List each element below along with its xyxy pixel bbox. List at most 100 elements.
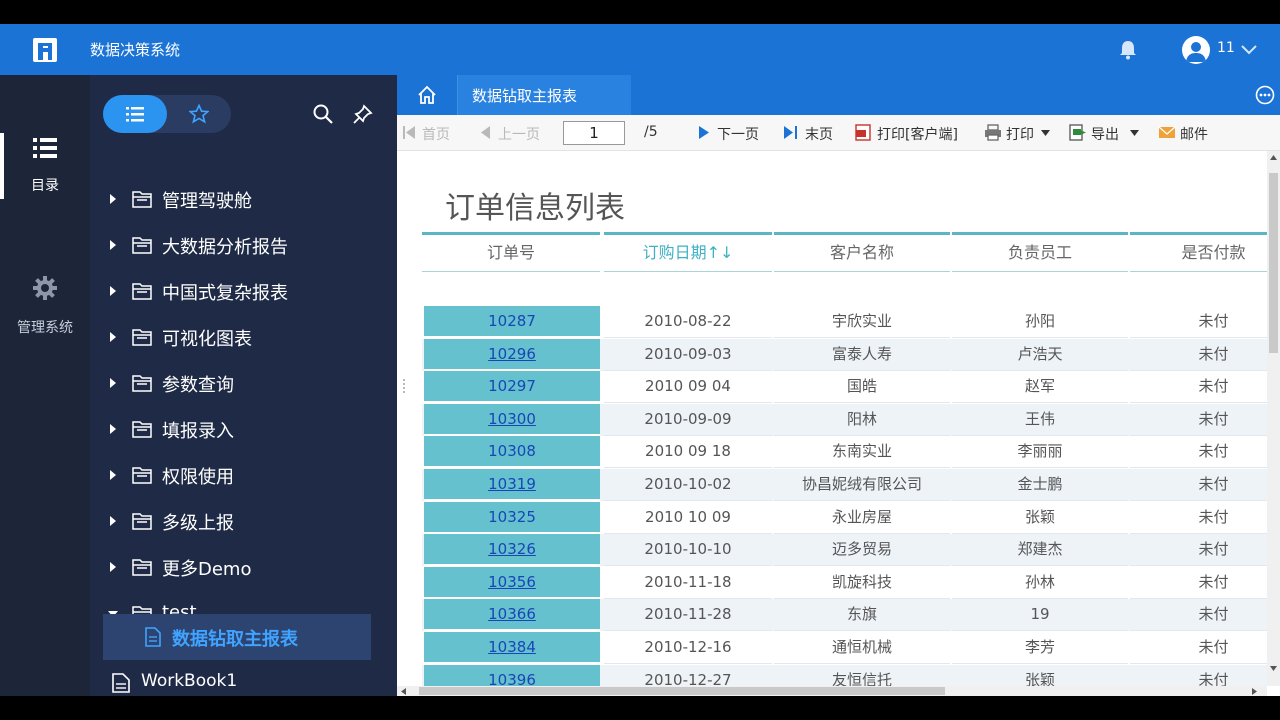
order-id-cell-text[interactable]: 10297 — [488, 377, 536, 395]
table-row: 10287 2010-08-22 宇欣实业 孙阳 未付 — [422, 306, 1267, 338]
first-page-button[interactable]: 首页 — [422, 124, 450, 144]
customer-cell-text: 永业房屋 — [831, 507, 892, 526]
bell-icon[interactable] — [1118, 39, 1138, 61]
order-id-cell-text[interactable]: 10396 — [488, 671, 536, 686]
order-id-cell[interactable]: 10356 — [424, 566, 600, 599]
tree-item[interactable]: 可视化图表 — [90, 317, 397, 357]
order-id-cell[interactable]: 10326 — [424, 534, 600, 567]
employee-cell: 孙阳 — [952, 306, 1128, 338]
employee-cell: 郑建杰 — [952, 534, 1128, 567]
column-header-order-date[interactable]: 订购日期↑↓ — [604, 232, 772, 272]
order-id-cell-text[interactable]: 10326 — [488, 540, 536, 558]
user-avatar[interactable] — [1182, 36, 1210, 64]
order-id-cell[interactable]: 10308 — [424, 436, 600, 469]
home-tab[interactable] — [397, 75, 457, 115]
scroll-down-icon[interactable] — [1270, 666, 1277, 671]
tree-item[interactable]: 更多Demo — [90, 547, 397, 587]
last-page-button[interactable]: 末页 — [805, 124, 833, 144]
tree-item[interactable]: 多级上报 — [90, 501, 397, 541]
order-id-cell[interactable]: 10384 — [424, 632, 600, 664]
view-toggle[interactable] — [103, 95, 231, 133]
tree-item-selected[interactable]: 数据钻取主报表 — [103, 614, 371, 660]
chevron-down-icon[interactable] — [1240, 42, 1258, 56]
paid-status-cell: 未付 — [1130, 534, 1267, 567]
more-options-icon[interactable] — [1255, 85, 1275, 105]
table-row: 10356 2010-11-18 凯旋科技 孙林 未付 — [422, 566, 1267, 599]
tree-item[interactable]: 参数查询 — [90, 363, 397, 403]
toggle-list-button[interactable] — [103, 95, 167, 133]
tree-item[interactable]: 管理驾驶舱 — [90, 179, 397, 219]
next-page-button[interactable]: 下一页 — [717, 124, 759, 144]
star-icon[interactable] — [189, 104, 209, 124]
vertical-scrollbar[interactable] — [1267, 151, 1280, 686]
caret-down-icon[interactable] — [1130, 130, 1139, 136]
page-number-input[interactable]: 1 — [563, 121, 625, 145]
search-icon[interactable] — [312, 103, 334, 125]
next-page-icon — [699, 126, 709, 139]
left-rail: 目录 管理系统 — [0, 75, 90, 696]
paid-status-cell-text: 未付 — [1198, 409, 1229, 428]
order-date-cell-text: 2010-08-22 — [644, 312, 732, 330]
order-id-cell[interactable]: 10396 — [424, 664, 600, 686]
user-name[interactable]: 11 — [1217, 40, 1235, 56]
tree-item[interactable]: WorkBook1 — [90, 663, 397, 696]
order-id-cell[interactable]: 10287 — [424, 306, 600, 338]
customer-cell: 国皓 — [774, 371, 950, 404]
paid-status-cell-text: 未付 — [1198, 572, 1229, 591]
order-id-cell[interactable]: 10297 — [424, 371, 600, 404]
order-id-cell-text[interactable]: 10356 — [488, 573, 536, 591]
tab-drill-report[interactable]: 数据钻取主报表 — [457, 75, 631, 115]
employee-cell: 金士鹏 — [952, 469, 1128, 501]
horizontal-scroll-thumb[interactable] — [419, 687, 945, 695]
customer-cell-text: 通恒机械 — [831, 638, 892, 656]
export-icon — [1069, 124, 1086, 141]
customer-cell-text: 协昌妮绒有限公司 — [801, 475, 922, 493]
table-row: 10296 2010-09-03 富泰人寿 卢浩天 未付 — [422, 338, 1267, 371]
tree-item[interactable]: 中国式复杂报表 — [90, 271, 397, 311]
order-id-cell-text[interactable]: 10287 — [488, 312, 536, 330]
mail-button[interactable]: 邮件 — [1180, 124, 1208, 144]
folder-icon — [132, 237, 152, 254]
employee-cell-text: 王伟 — [1024, 409, 1055, 428]
rail-item-admin[interactable]: 管理系统 — [0, 273, 90, 339]
print-client-button[interactable]: 打印[客户端] — [877, 124, 958, 144]
rail-item-label: 目录 — [31, 178, 59, 194]
rail-item-catalog[interactable]: 目录 — [0, 133, 90, 199]
scroll-up-icon[interactable] — [1270, 155, 1277, 160]
order-id-cell[interactable]: 10300 — [424, 403, 600, 436]
tree-item[interactable]: 大数据分析报告 — [90, 225, 397, 265]
tree-item[interactable]: 填报录入 — [90, 409, 397, 449]
order-id-cell-text[interactable]: 10325 — [488, 508, 536, 526]
tree-item[interactable]: 权限使用 — [90, 455, 397, 495]
order-date-cell: 2010 10 09 — [604, 502, 772, 534]
order-id-cell[interactable]: 10325 — [424, 501, 600, 534]
pin-icon[interactable] — [352, 103, 374, 125]
horizontal-scrollbar[interactable] — [397, 686, 1267, 696]
order-id-cell-text[interactable]: 10384 — [488, 638, 536, 656]
order-id-cell[interactable]: 10319 — [424, 469, 600, 501]
order-date-cell: 2010-08-22 — [604, 306, 772, 338]
order-id-cell-text[interactable]: 10319 — [488, 475, 536, 493]
order-date-cell-text: 2010-09-09 — [644, 409, 732, 428]
prev-page-icon — [481, 126, 490, 139]
order-id-cell-text[interactable]: 10308 — [488, 442, 536, 460]
scroll-right-icon[interactable] — [1252, 688, 1257, 695]
customer-cell: 协昌妮绒有限公司 — [774, 469, 950, 501]
order-id-cell[interactable]: 10366 — [424, 599, 600, 632]
panel-resize-handle[interactable] — [402, 378, 406, 396]
tree-item-label: 填报录入 — [162, 421, 234, 442]
export-button[interactable]: 导出 — [1091, 124, 1119, 144]
scroll-left-icon[interactable] — [401, 688, 406, 695]
order-id-cell[interactable]: 10296 — [424, 338, 600, 371]
order-id-cell-text[interactable]: 10366 — [488, 605, 536, 623]
order-date-cell-text: 2010 09 04 — [645, 377, 731, 396]
paid-status-cell: 未付 — [1130, 502, 1267, 534]
folder-icon — [132, 467, 152, 484]
prev-page-button[interactable]: 上一页 — [498, 124, 540, 144]
customer-cell-text: 友恒信托 — [831, 670, 892, 686]
print-button[interactable]: 打印 — [1006, 124, 1034, 144]
caret-down-icon[interactable] — [1041, 130, 1050, 136]
vertical-scroll-thumb[interactable] — [1269, 173, 1278, 353]
order-id-cell-text[interactable]: 10296 — [488, 345, 536, 363]
order-id-cell-text[interactable]: 10300 — [488, 410, 536, 428]
